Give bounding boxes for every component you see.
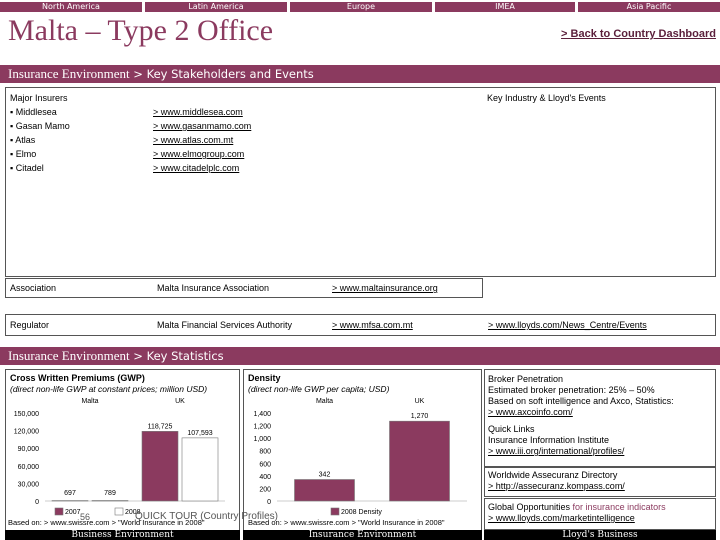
category-label: Malta: [316, 398, 333, 405]
section-title-sub: > Key Statistics: [129, 349, 224, 363]
insurer-link[interactable]: > www.elmogroup.com: [153, 147, 251, 161]
y-tick-label: 120,000: [14, 429, 39, 436]
category-label: UK: [415, 398, 425, 405]
broker-heading: Broker Penetration: [488, 374, 564, 384]
iii-link[interactable]: > www.iii.org/international/profiles/: [488, 446, 714, 457]
legend-label: 2007: [65, 509, 81, 516]
association-link[interactable]: > www.maltainsurance.org: [332, 281, 438, 295]
legend-swatch: [114, 507, 124, 516]
y-tick-label: 150,000: [14, 411, 39, 418]
y-tick-label: 1,400: [253, 411, 271, 418]
insurer-name: ▪ Elmo: [10, 149, 37, 159]
density-chart-title: Density: [248, 373, 281, 383]
y-tick-label: 0: [35, 499, 39, 506]
region-tab-europe[interactable]: Europe: [290, 2, 432, 12]
insurer-name: ▪ Gasan Mamo: [10, 121, 70, 131]
bar-2008-density: [294, 479, 355, 502]
page-title: Malta – Type 2 Office: [8, 14, 274, 47]
broker-content: Broker Penetration Estimated broker pene…: [488, 374, 714, 457]
insurer-list: ▪ Middlesea ▪ Gasan Mamo ▪ Atlas ▪ Elmo …: [10, 105, 70, 175]
category-label: Malta: [81, 398, 98, 405]
y-tick-label: 400: [259, 474, 271, 481]
axco-link[interactable]: > www.axcoinfo.com/: [488, 407, 714, 418]
insurer-link-list: > www.middlesea.com > www.gasanmamo.com …: [153, 105, 251, 175]
y-tick-label: 60,000: [18, 464, 40, 471]
data-label: 789: [104, 490, 116, 497]
section-title-main: Insurance Environment: [8, 66, 130, 81]
iii-label: Insurance Information Institute: [488, 435, 610, 445]
go-prefix: Global Opportunities: [488, 502, 573, 512]
insurer-link[interactable]: > www.citadelplc.com: [153, 161, 251, 175]
assecuranz-link[interactable]: > http://assecuranz.kompass.com/: [488, 481, 625, 492]
region-tab-latin-america[interactable]: Latin America: [145, 2, 287, 12]
bar-2007: [141, 431, 179, 502]
y-tick-label: 800: [259, 449, 271, 456]
broker-line1: Estimated broker penetration: 25% – 50%: [488, 385, 655, 395]
regulator-label: Regulator: [10, 320, 50, 330]
insurer-link[interactable]: > www.middlesea.com: [153, 105, 251, 119]
data-label: 1,270: [411, 413, 429, 420]
footer-tab-business-environment[interactable]: Business Environment: [5, 530, 240, 540]
section-title-sub: > Key Stakeholders and Events: [129, 67, 314, 81]
wad-label: Worldwide Assecuranz Directory: [488, 470, 618, 480]
section-title-main: Insurance Environment: [8, 348, 130, 363]
insurer-link[interactable]: > www.atlas.com.mt: [153, 133, 251, 147]
region-tab-asia-pacific[interactable]: Asia Pacific: [578, 2, 720, 12]
y-tick-label: 90,000: [18, 446, 40, 453]
insurer-name: ▪ Atlas: [10, 135, 36, 145]
quick-tour-label[interactable]: QUICK TOUR (Country Profiles): [135, 511, 278, 522]
insurer-name: ▪ Citadel: [10, 163, 44, 173]
data-label: 118,725: [148, 423, 173, 430]
quick-links-heading: Quick Links: [488, 424, 535, 434]
legend-swatch: [330, 507, 340, 516]
insurer-link[interactable]: > www.gasanmamo.com: [153, 119, 251, 133]
statistics-section-header: Insurance Environment > Key Statistics: [0, 347, 720, 365]
stakeholders-section-header: Insurance Environment > Key Stakeholders…: [0, 65, 720, 83]
data-label: 107,593: [187, 430, 212, 437]
bar-2008-density: [389, 420, 450, 502]
density-bar-chart: 0 200 400 600 800 1,000 1,200 1,400 Malta UK 342 1,…: [253, 398, 467, 516]
major-insurers-heading: Major Insurers: [10, 93, 68, 103]
gwp-chart-title: Cross Written Premiums (GWP): [10, 373, 145, 383]
y-tick-label: 30,000: [18, 481, 40, 488]
footer-tab-lloyds-business[interactable]: Lloyd's Business: [484, 530, 716, 540]
key-industry-heading: Key Industry & Lloyd's Events: [487, 93, 606, 103]
lloyds-events-link[interactable]: > www.lloyds.com/News_Centre/Events: [488, 318, 647, 332]
data-label: 342: [319, 472, 331, 479]
association-label: Association: [10, 283, 57, 293]
footer-tab-insurance-environment[interactable]: Insurance Environment: [243, 530, 482, 540]
broker-line2: Based on soft intelligence and Axco, Sta…: [488, 396, 674, 406]
global-opportunities-text: Global Opportunities for insurance indic…: [488, 502, 666, 513]
bar-2008: [181, 437, 219, 502]
association-name: Malta Insurance Association: [157, 283, 270, 293]
y-tick-label: 1,000: [253, 436, 271, 443]
region-tab-bar: North America Latin America Europe IMEA …: [0, 0, 720, 12]
y-tick-label: 200: [259, 486, 271, 493]
assecuranz-content: Worldwide Assecuranz Directory > http://…: [488, 470, 625, 492]
category-label: UK: [175, 398, 185, 405]
y-tick-label: 1,200: [253, 424, 271, 431]
y-tick-label: 600: [259, 461, 271, 468]
regulator-name: Malta Financial Services Authority: [157, 320, 293, 330]
region-tab-imea[interactable]: IMEA: [435, 2, 575, 12]
gwp-bar-chart: 0 30,000 60,000 90,000 120,000 150,000 Malta UK…: [14, 398, 225, 516]
back-to-dashboard-link[interactable]: > Back to Country Dashboard: [561, 28, 716, 40]
global-opportunities-content: Global Opportunities for insurance indic…: [488, 502, 666, 524]
y-tick-label: 0: [267, 499, 271, 506]
region-tab-north-america[interactable]: North America: [0, 2, 142, 12]
legend-label: 2008 Density: [341, 509, 382, 516]
legend-swatch: [54, 507, 64, 516]
go-colored: for insurance indicators: [572, 502, 666, 512]
page-number: 56: [80, 512, 91, 522]
data-label: 697: [64, 490, 76, 497]
market-intelligence-link[interactable]: > www.lloyds.com/marketintelligence: [488, 513, 666, 524]
insurer-name: ▪ Middlesea: [10, 107, 57, 117]
major-insurers-panel: [5, 87, 716, 277]
regulator-link[interactable]: > www.mfsa.com.mt: [332, 318, 413, 332]
